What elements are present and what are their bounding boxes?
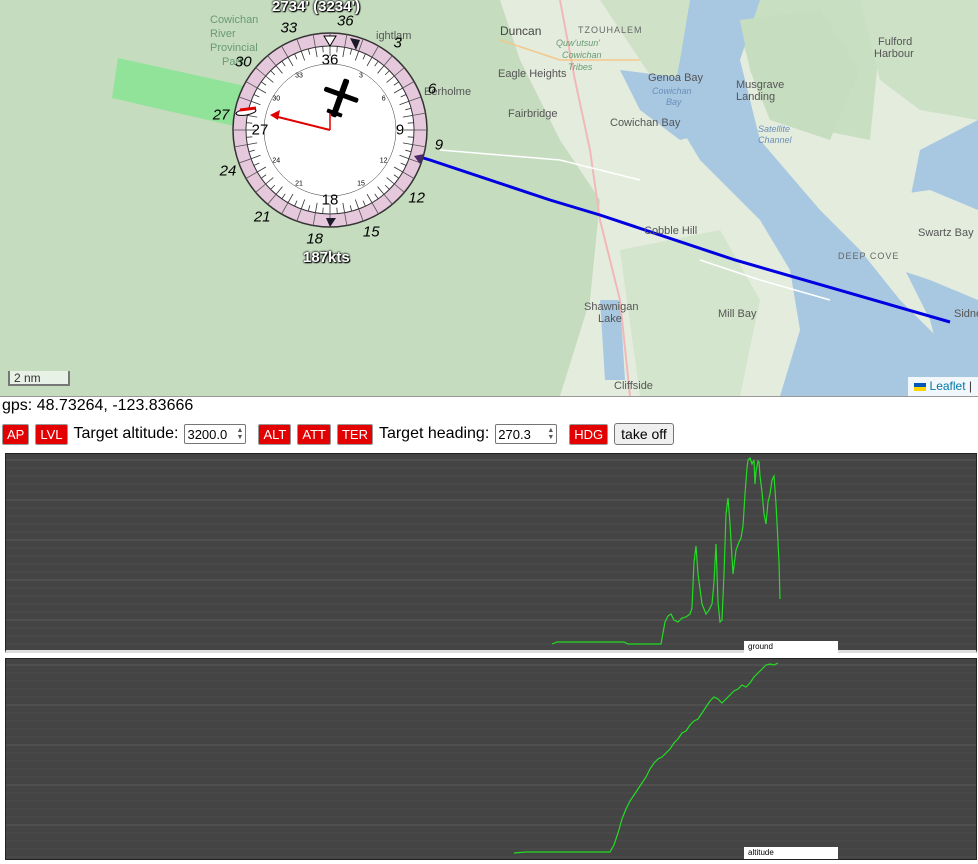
altitude-legend: altitude xyxy=(744,847,838,859)
map-label: Satellite xyxy=(758,124,791,134)
ter-toggle-button[interactable]: TER xyxy=(336,423,373,445)
compass-cardinal-label: 36 xyxy=(321,51,339,69)
map-label: Quw'utsun' xyxy=(556,38,600,48)
compass-minor-label: 6 xyxy=(381,95,386,103)
alt-toggle-button[interactable]: ALT xyxy=(258,423,292,445)
map-label: Fulford xyxy=(878,36,913,48)
lvl-toggle-button[interactable]: LVL xyxy=(35,423,68,445)
compass-cardinal-label: 18 xyxy=(321,191,339,209)
map-label: Channel xyxy=(758,135,792,145)
compass-outer-label: 30 xyxy=(234,53,252,71)
compass-cardinal-label: 27 xyxy=(251,121,269,139)
leaflet-link[interactable]: Leaflet xyxy=(930,379,966,393)
compass-minor-label: 15 xyxy=(357,180,365,188)
take-off-button[interactable]: take off xyxy=(614,423,674,445)
map-label: Bay xyxy=(666,97,682,107)
map-label: Landing xyxy=(736,91,776,103)
autopilot-controls: AP LVL Target altitude: ▲▼ ALT ATT TER T… xyxy=(2,422,674,446)
gps-readout: gps: 48.73264, -123.83666 xyxy=(2,397,194,414)
altitude-plot xyxy=(6,662,976,858)
ap-toggle-button[interactable]: AP xyxy=(2,423,30,445)
speed-readout: 187kts xyxy=(303,249,350,266)
map-label: Cobble Hill xyxy=(644,225,698,237)
hdg-toggle-button[interactable]: HDG xyxy=(569,423,609,445)
compass-minor-label: 24 xyxy=(272,157,281,165)
map-label: DEEP COVE xyxy=(838,251,900,261)
ground-line xyxy=(551,456,781,645)
ground-graph: ground xyxy=(5,453,977,653)
compass-outer-label: 3 xyxy=(393,34,402,52)
compass-outer-label: 15 xyxy=(362,223,380,241)
map-label: Harbour xyxy=(874,48,914,60)
altitude-graph: altitude xyxy=(5,658,977,860)
map-label: Eagle Heights xyxy=(498,68,567,80)
compass-outer-label: 12 xyxy=(408,189,426,207)
map-label: River xyxy=(210,28,236,40)
target-heading-input[interactable] xyxy=(498,426,545,442)
target-altitude-field[interactable]: ▲▼ xyxy=(184,424,247,444)
map-label: Mill Bay xyxy=(718,308,757,320)
map-label: Shawnigan xyxy=(584,301,639,313)
map-label: Provincial xyxy=(210,42,258,54)
map-label: Tribes xyxy=(568,62,593,72)
target-altitude-input[interactable] xyxy=(187,426,234,442)
target-altitude-label: Target altitude: xyxy=(73,425,179,442)
compass-cardinal-label: 9 xyxy=(395,121,405,139)
map-attribution: Leaflet | xyxy=(907,377,978,396)
compass-minor-label: 30 xyxy=(272,95,281,103)
map-label: Duncan xyxy=(500,24,542,38)
map-label: Cliffside xyxy=(614,380,653,392)
target-heading-field[interactable]: ▲▼ xyxy=(495,424,558,444)
map-tiles xyxy=(0,0,978,396)
compass-minor-label: 21 xyxy=(295,180,303,188)
compass-minor-label: 33 xyxy=(295,72,303,80)
compass-outer-label: 24 xyxy=(219,162,237,180)
map-label: Swartz Bay xyxy=(918,227,974,239)
altitude-readout: 2734' (3234') xyxy=(272,0,361,15)
map-label: Lake xyxy=(598,313,622,325)
map-label: Cowichan xyxy=(652,86,692,96)
map-label: Cowichan xyxy=(210,14,259,26)
compass-outer-label: 33 xyxy=(280,19,298,37)
compass-outer-label: 6 xyxy=(427,80,437,98)
map-label: Fairbridge xyxy=(508,108,558,120)
compass-outer-label: 18 xyxy=(306,230,324,248)
compass-outer-label: 27 xyxy=(212,106,230,124)
spinner-icon[interactable]: ▲ ▼ xyxy=(547,427,554,441)
map-label: Sidne xyxy=(954,308,978,320)
map-label: Cowichan Bay xyxy=(610,117,681,129)
map-label: Genoa Bay xyxy=(648,72,704,84)
target-heading-label: Target heading: xyxy=(378,425,490,442)
map-label: Cowichan xyxy=(562,50,602,60)
compass-minor-label: 3 xyxy=(359,72,363,80)
map-view[interactable]: Cowichan River Provincial Park Duncan TZ… xyxy=(0,0,978,397)
spinner-icon[interactable]: ▲ ▼ xyxy=(237,427,244,441)
compass-outer-label: 36 xyxy=(336,12,354,30)
compass-outer-label: 9 xyxy=(434,136,444,154)
scale-bar: 2 nm xyxy=(8,371,70,386)
ukraine-flag-icon xyxy=(913,382,926,391)
ground-plot xyxy=(6,456,976,645)
map-label: TZOUHALEM xyxy=(578,25,643,35)
ground-legend: ground xyxy=(744,641,838,653)
att-toggle-button[interactable]: ATT xyxy=(297,423,331,445)
compass-minor-label: 12 xyxy=(379,157,388,165)
map-label: Musgrave xyxy=(736,79,785,91)
compass-outer-label: 21 xyxy=(253,208,271,226)
